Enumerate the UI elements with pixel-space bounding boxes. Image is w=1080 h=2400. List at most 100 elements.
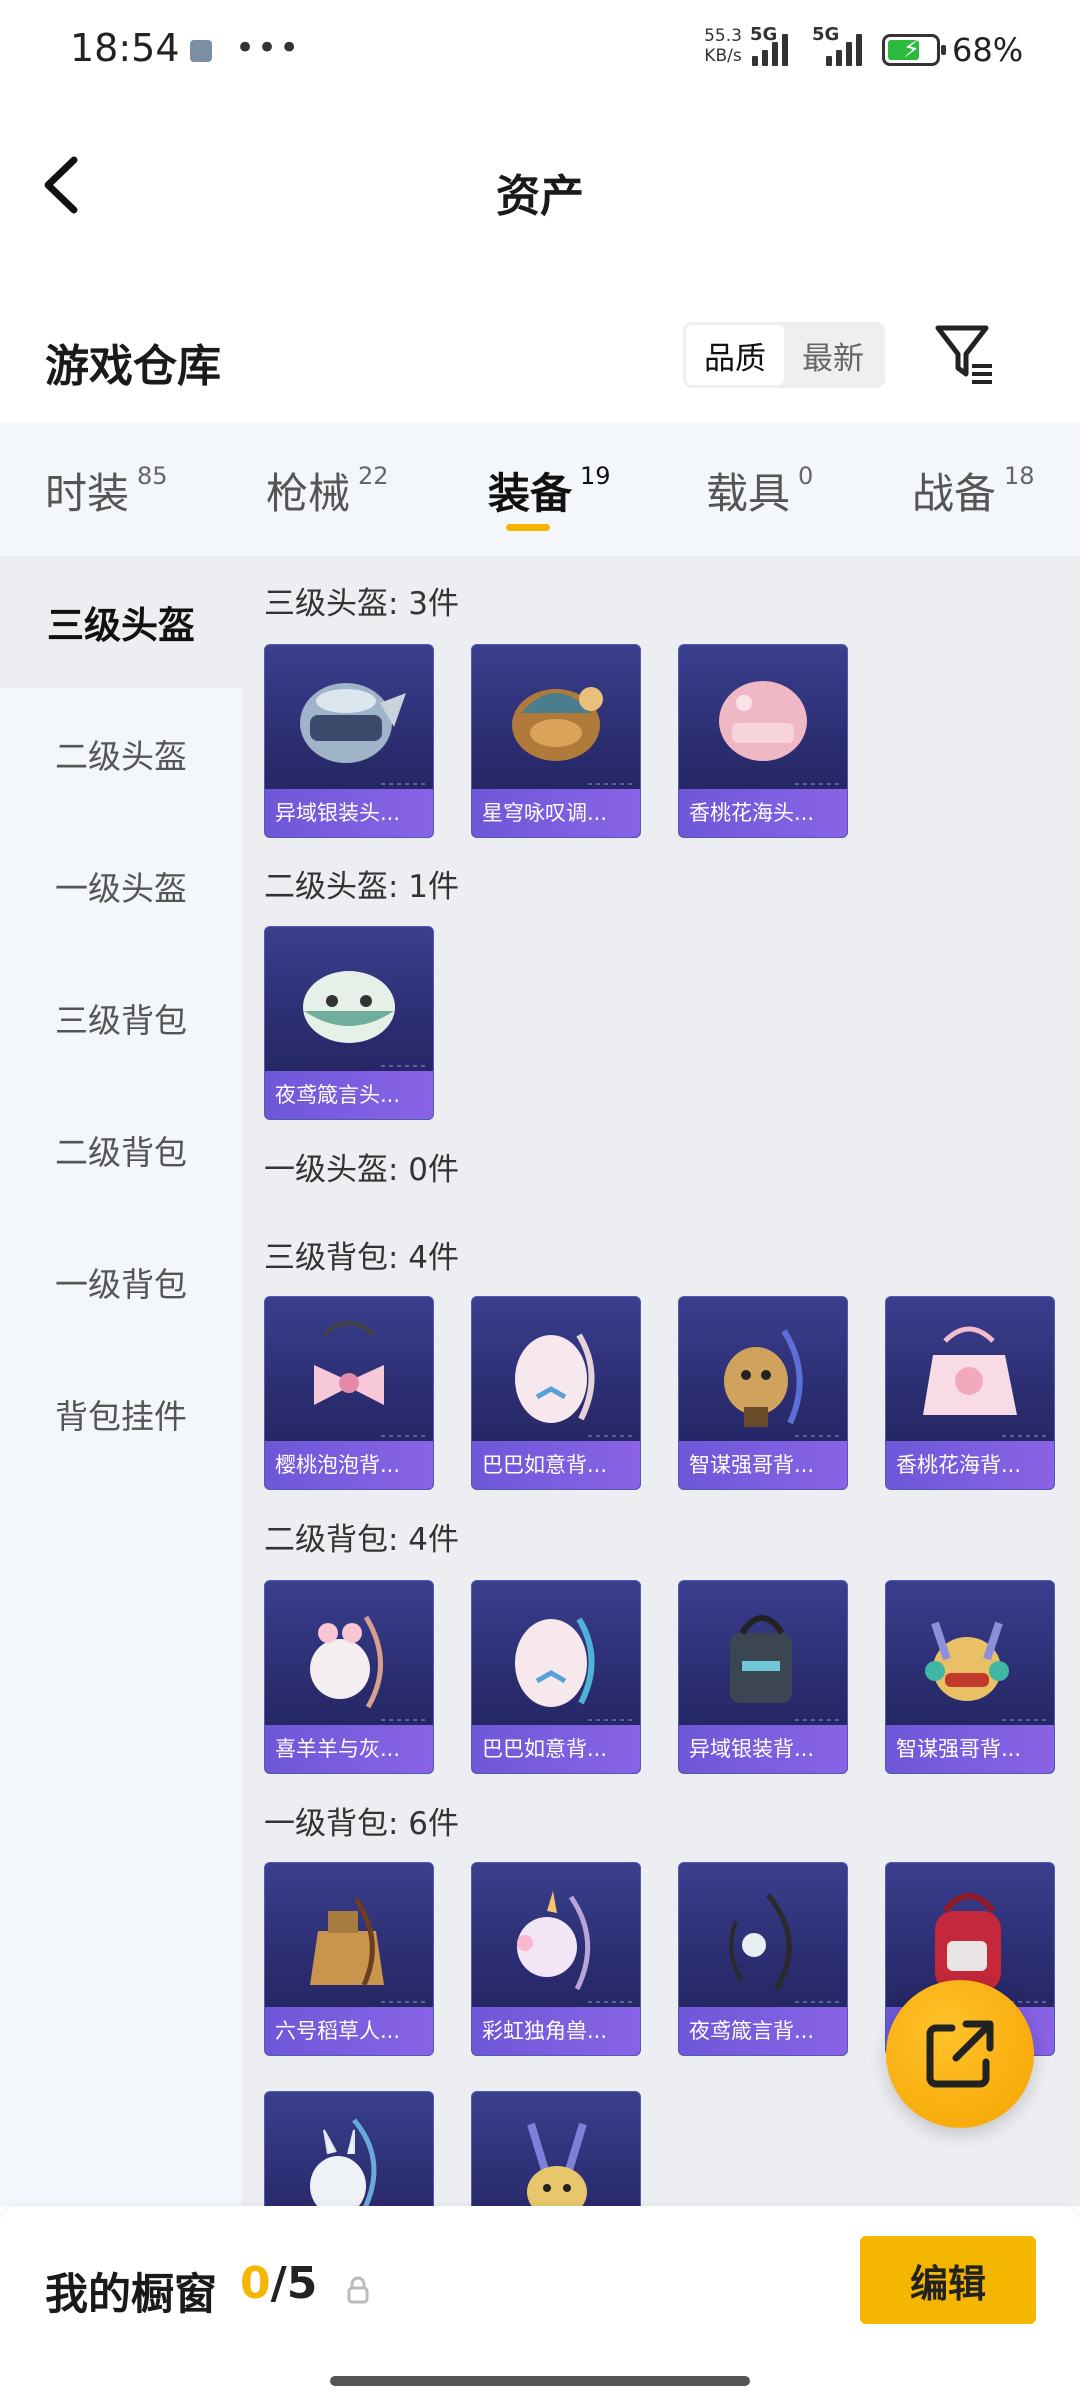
section-title: 三级头盔: 3件 bbox=[264, 586, 460, 622]
item-card[interactable]: 六号稻草人... bbox=[264, 1862, 434, 2056]
sidebar-item-level1-helmet[interactable]: 一级头盔 bbox=[0, 820, 242, 952]
item-name: 星穹咏叹调... bbox=[472, 789, 640, 837]
share-button[interactable] bbox=[886, 1980, 1034, 2128]
backpack-image bbox=[265, 1871, 433, 2011]
sidebar-item-level2-helmet[interactable]: 二级头盔 bbox=[0, 688, 242, 820]
helmet-image bbox=[679, 653, 847, 793]
tab-count: 0 bbox=[798, 462, 814, 490]
tab-count: 85 bbox=[137, 462, 168, 490]
item-name: 异域银装头... bbox=[265, 789, 433, 837]
status-time: 18:54 bbox=[70, 26, 180, 70]
sidebar-item-level3-helmet[interactable]: 三级头盔 bbox=[0, 556, 242, 688]
item-card[interactable]: 智谋强哥背... bbox=[678, 1296, 848, 1490]
item-card[interactable]: 夜鸢箴言头... bbox=[264, 926, 434, 1120]
item-card[interactable]: 喜羊羊与灰... bbox=[264, 1580, 434, 1774]
item-card[interactable]: 巴巴如意背... bbox=[471, 1580, 641, 1774]
tab-equipment[interactable]: 装备 19 bbox=[488, 460, 611, 531]
item-card[interactable]: 夜鸢箴言背... bbox=[678, 1862, 848, 2056]
sort-quality[interactable]: 品质 bbox=[686, 325, 784, 385]
sidebar-item-level1-backpack[interactable]: 一级背包 bbox=[0, 1216, 242, 1348]
status-bar: 18:54 ••• 55.3 KB/s 5G 5G ⚡ 68% bbox=[0, 0, 1080, 100]
backpack-image bbox=[265, 1305, 433, 1445]
tab-label: 战备 bbox=[912, 469, 997, 518]
more-notifications-icon: ••• bbox=[235, 28, 302, 68]
item-card[interactable]: 巴巴如意背... bbox=[471, 1296, 641, 1490]
item-grid: 三级头盔: 3件 异域银装头... 星穹咏叹调... 香桃花海头... 二级头盔… bbox=[242, 556, 1080, 2206]
backpack-image bbox=[472, 1871, 640, 2011]
item-card[interactable]: 异域银装背... bbox=[678, 1580, 848, 1774]
item-name: 香桃花海头... bbox=[679, 789, 847, 837]
item-card[interactable]: 香桃花海头... bbox=[678, 644, 848, 838]
sort-latest[interactable]: 最新 bbox=[784, 325, 882, 385]
item-name: 六号稻草人... bbox=[265, 2007, 433, 2055]
edit-button[interactable]: 编辑 bbox=[860, 2236, 1036, 2324]
share-external-icon bbox=[926, 2020, 994, 2088]
item-name: 喜羊羊与灰... bbox=[265, 1725, 433, 1773]
sidebar-item-backpack-charm[interactable]: 背包挂件 bbox=[0, 1348, 242, 1480]
item-name: 巴巴如意背... bbox=[472, 1441, 640, 1489]
category-tabs: 时装 85 枪械 22 装备 19 载具 0 战备 18 bbox=[0, 422, 1080, 556]
helmet-image bbox=[472, 653, 640, 793]
item-card[interactable]: 香桃花海背... bbox=[885, 1296, 1055, 1490]
sidebar-item-level2-backpack[interactable]: 二级背包 bbox=[0, 1084, 242, 1216]
item-name: 异域银装背... bbox=[679, 1725, 847, 1773]
backpack-image bbox=[265, 2100, 433, 2206]
item-card[interactable] bbox=[264, 2091, 434, 2206]
item-card[interactable] bbox=[471, 2091, 641, 2206]
backpack-image bbox=[679, 1589, 847, 1729]
net-speed-value: 55.3 bbox=[704, 26, 742, 46]
backpack-image bbox=[886, 1305, 1054, 1445]
page-title: 资产 bbox=[496, 171, 584, 222]
item-card[interactable]: 异域银装头... bbox=[264, 644, 434, 838]
section-title: 二级头盔: 1件 bbox=[264, 869, 460, 905]
tab-count: 18 bbox=[1004, 462, 1035, 490]
helmet-image bbox=[265, 935, 433, 1075]
item-name: 智谋强哥背... bbox=[679, 1441, 847, 1489]
item-name: 智谋强哥背... bbox=[886, 1725, 1054, 1773]
showcase-current: 0 bbox=[240, 2258, 271, 2309]
tab-combat-supplies[interactable]: 战备 18 bbox=[912, 460, 1035, 521]
section-title: 一级头盔: 0件 bbox=[264, 1152, 460, 1188]
tab-label: 枪械 bbox=[266, 469, 351, 518]
item-name: 巴巴如意背... bbox=[472, 1725, 640, 1773]
backpack-image bbox=[679, 1305, 847, 1445]
backpack-image bbox=[472, 1305, 640, 1445]
item-name: 夜鸢箴言背... bbox=[679, 2007, 847, 2055]
item-card[interactable]: 星穹咏叹调... bbox=[471, 644, 641, 838]
item-name: 樱桃泡泡背... bbox=[265, 1441, 433, 1489]
showcase-label: 我的橱窗 bbox=[45, 2270, 217, 2320]
sidebar-item-level3-backpack[interactable]: 三级背包 bbox=[0, 952, 242, 1084]
tab-vehicles[interactable]: 载具 0 bbox=[706, 460, 813, 521]
tab-count: 22 bbox=[358, 462, 389, 490]
net-speed-unit: KB/s bbox=[704, 46, 742, 66]
backpack-image bbox=[679, 1871, 847, 2011]
item-card[interactable]: 樱桃泡泡背... bbox=[264, 1296, 434, 1490]
backpack-image bbox=[886, 1589, 1054, 1729]
section-title-warehouse: 游戏仓库 bbox=[45, 341, 221, 392]
tab-firearms[interactable]: 枪械 22 bbox=[266, 460, 389, 521]
battery-percent: 68% bbox=[952, 31, 1024, 69]
backpack-image bbox=[472, 2100, 640, 2206]
sidebar: 三级头盔 二级头盔 一级头盔 三级背包 二级背包 一级背包 背包挂件 bbox=[0, 556, 242, 2206]
charging-icon: ⚡ bbox=[903, 35, 920, 63]
signal-icon bbox=[826, 30, 862, 66]
item-card[interactable]: 彩虹独角兽... bbox=[471, 1862, 641, 2056]
signal-icon bbox=[752, 30, 788, 66]
item-card[interactable]: 智谋强哥背... bbox=[885, 1580, 1055, 1774]
app-notification-icon bbox=[190, 40, 212, 62]
lock-icon bbox=[346, 2276, 370, 2308]
section-title: 三级背包: 4件 bbox=[264, 1240, 460, 1276]
filter-icon bbox=[935, 325, 992, 384]
tab-fashion[interactable]: 时装 85 bbox=[45, 460, 168, 521]
tab-label: 时装 bbox=[45, 469, 130, 518]
showcase-bar: 我的橱窗 0/5 编辑 bbox=[0, 2206, 1080, 2400]
tab-label: 载具 bbox=[706, 469, 791, 518]
sort-toggle: 品质 最新 bbox=[683, 322, 885, 388]
filter-button[interactable] bbox=[930, 318, 1000, 388]
tab-label: 装备 bbox=[488, 469, 573, 518]
backpack-image bbox=[265, 1589, 433, 1729]
home-indicator[interactable] bbox=[330, 2376, 750, 2386]
item-name: 香桃花海背... bbox=[886, 1441, 1054, 1489]
section-title: 一级背包: 6件 bbox=[264, 1806, 460, 1842]
showcase-total: /5 bbox=[270, 2258, 318, 2309]
